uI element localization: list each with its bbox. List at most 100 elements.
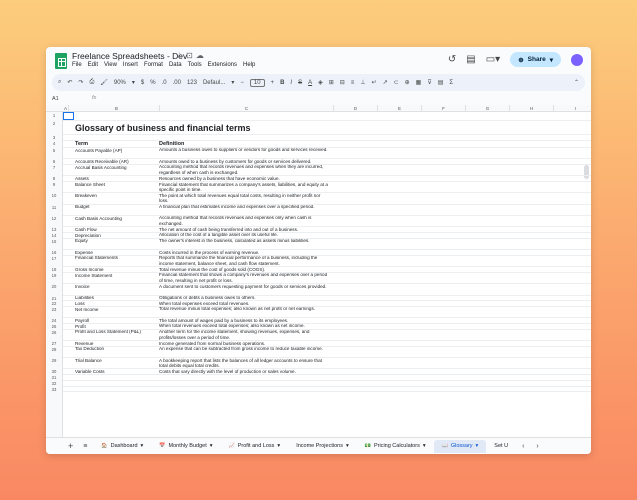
row-header[interactable]: 20 <box>46 284 62 289</box>
font-size-increase-button[interactable]: + <box>271 80 275 86</box>
font-size-input[interactable]: 10 <box>249 78 265 87</box>
text-color-button[interactable]: A <box>308 80 312 86</box>
scroll-tabs-right-icon[interactable]: › <box>536 443 538 450</box>
glossary-term[interactable]: Financial Statements <box>75 255 118 260</box>
row-header[interactable]: 7 <box>46 165 62 170</box>
menu-tools[interactable]: Tools <box>188 62 202 68</box>
chevron-down-icon[interactable]: ▾ <box>476 440 479 453</box>
row-header[interactable]: 17 <box>46 256 62 261</box>
glossary-term[interactable]: Income Statement <box>75 273 112 278</box>
row-header[interactable]: 5 <box>46 148 62 153</box>
row-header[interactable]: 9 <box>46 182 62 187</box>
row-header[interactable]: 10 <box>46 193 62 198</box>
name-box[interactable]: A1 <box>52 96 59 102</box>
percent-format-button[interactable]: % <box>150 80 155 86</box>
tab-monthly-budget[interactable]: 📅 Monthly Budget ▾ <box>151 440 220 453</box>
functions-icon[interactable]: Σ <box>449 80 453 86</box>
spreadsheet-grid[interactable]: ABCDEFGHIJ 12345678910111213141516171819… <box>46 105 591 437</box>
glossary-definition[interactable]: A document sent to customers requesting … <box>159 284 331 290</box>
increase-decimal-button[interactable]: .00 <box>173 80 181 86</box>
tab-dashboard[interactable]: 🏠 Dashboard ▾ <box>93 440 151 453</box>
glossary-definition[interactable]: Reports that summarize the financial per… <box>159 255 331 266</box>
menu-help[interactable]: Help <box>243 62 255 68</box>
glossary-definition[interactable]: The point at which total revenues equal … <box>159 193 331 204</box>
glossary-term[interactable]: Trial Balance <box>75 358 102 363</box>
row-header[interactable]: 30 <box>46 369 62 374</box>
menu-insert[interactable]: Insert <box>123 62 138 68</box>
row-header[interactable]: 23 <box>46 307 62 312</box>
glossary-definition[interactable]: The owner's interest in the business, ca… <box>159 238 331 244</box>
tab-income-projections[interactable]: Income Projections ▾ <box>288 440 357 453</box>
zoom-select[interactable]: 90% <box>114 80 126 86</box>
row-header[interactable]: 21 <box>46 296 62 301</box>
glossary-term[interactable]: Accrual Basis Accounting <box>75 165 127 170</box>
text-wrap-icon[interactable]: ↵ <box>372 79 377 86</box>
glossary-term[interactable]: Equity <box>75 238 88 243</box>
column-header-b[interactable]: B <box>74 105 160 112</box>
add-sheet-icon[interactable]: + <box>68 441 73 451</box>
cloud-saved-icon[interactable]: ☁ <box>196 51 207 60</box>
number-format-button[interactable]: 123 <box>187 80 197 86</box>
insert-chart-icon[interactable]: ▦ <box>416 79 422 86</box>
chevron-down-icon[interactable]: ▾ <box>423 440 426 453</box>
insert-link-icon[interactable]: ⊂ <box>394 79 399 86</box>
row-header[interactable]: 14 <box>46 233 62 238</box>
chevron-down-icon[interactable]: ▾ <box>141 440 144 453</box>
glossary-definition[interactable]: Total revenue minus total expenses; also… <box>159 306 331 312</box>
bold-button[interactable]: B <box>280 80 284 86</box>
row-header[interactable]: 19 <box>46 273 62 278</box>
menu-view[interactable]: View <box>104 62 117 68</box>
glossary-term[interactable]: Invoice <box>75 284 90 289</box>
row-header[interactable]: 22 <box>46 301 62 306</box>
borders-icon[interactable]: ⊞ <box>329 79 334 86</box>
chevron-down-icon[interactable]: ▾ <box>550 56 553 64</box>
glossary-term[interactable]: Balance Sheet <box>75 182 105 187</box>
glossary-definition[interactable]: Amounts a business owes to suppliers or … <box>159 147 331 153</box>
font-size-decrease-button[interactable]: − <box>240 80 244 86</box>
star-icon[interactable]: ☆ <box>176 51 186 60</box>
glossary-term[interactable]: Budget <box>75 204 90 209</box>
glossary-definition[interactable]: Accounting method that records revenues … <box>159 164 331 175</box>
glossary-definition[interactable]: Another term for the income statement, s… <box>159 329 331 340</box>
selected-cell[interactable] <box>63 112 74 120</box>
row-header[interactable]: 32 <box>46 381 62 386</box>
row-header[interactable]: 6 <box>46 159 62 164</box>
glossary-term[interactable]: Net Income <box>75 307 99 312</box>
filter-icon[interactable]: ⊽ <box>427 79 431 86</box>
tab-set-u[interactable]: Set U <box>486 440 516 453</box>
paint-format-icon[interactable]: 🖌 <box>100 79 108 86</box>
row-header[interactable]: 33 <box>46 387 62 392</box>
decrease-decimal-button[interactable]: .0 <box>162 80 167 86</box>
tab-glossary[interactable]: 📖 Glossary ▾ <box>433 439 487 453</box>
italic-button[interactable]: I <box>290 80 292 86</box>
glossary-term[interactable]: Cash Basis Accounting <box>75 216 122 221</box>
search-menus-icon[interactable]: ⌕ <box>58 79 61 86</box>
row-header[interactable]: 25 <box>46 324 62 329</box>
currency-format-button[interactable]: $ <box>141 80 144 86</box>
glossary-term[interactable]: Profit and Loss Statement (P&L) <box>75 329 141 334</box>
insert-comment-icon[interactable]: ⊕ <box>405 79 410 86</box>
row-header[interactable]: 12 <box>46 216 62 221</box>
column-header-h[interactable]: H <box>510 105 554 112</box>
row-header[interactable]: 28 <box>46 347 62 352</box>
move-to-folder-icon[interactable]: ⊡ <box>186 51 196 60</box>
menu-file[interactable]: File <box>72 62 82 68</box>
print-icon[interactable]: ⎙ <box>89 79 94 86</box>
row-header[interactable]: 2 <box>46 121 62 126</box>
strikethrough-button[interactable]: S <box>298 80 302 86</box>
glossary-definition[interactable]: Financial statement that summarizes a co… <box>159 182 331 193</box>
document-title[interactable]: Freelance Spreadsheets - Dev <box>72 51 187 61</box>
column-header-c[interactable]: C <box>160 105 334 112</box>
menu-format[interactable]: Format <box>144 62 163 68</box>
row-header[interactable]: 27 <box>46 341 62 346</box>
column-header-i[interactable]: I <box>554 105 591 112</box>
glossary-definition[interactable]: Accounting method that records revenues … <box>159 215 331 226</box>
vertical-align-icon[interactable]: ⊥ <box>360 79 365 86</box>
menu-extensions[interactable]: Extensions <box>208 62 237 68</box>
row-header[interactable]: 18 <box>46 267 62 272</box>
row-header[interactable]: 4 <box>46 141 62 146</box>
avatar[interactable] <box>571 53 583 66</box>
fill-color-icon[interactable]: ◈ <box>318 79 323 86</box>
comment-icon[interactable]: ▤ <box>466 54 475 65</box>
filter-views-icon[interactable]: ▤ <box>438 79 444 86</box>
